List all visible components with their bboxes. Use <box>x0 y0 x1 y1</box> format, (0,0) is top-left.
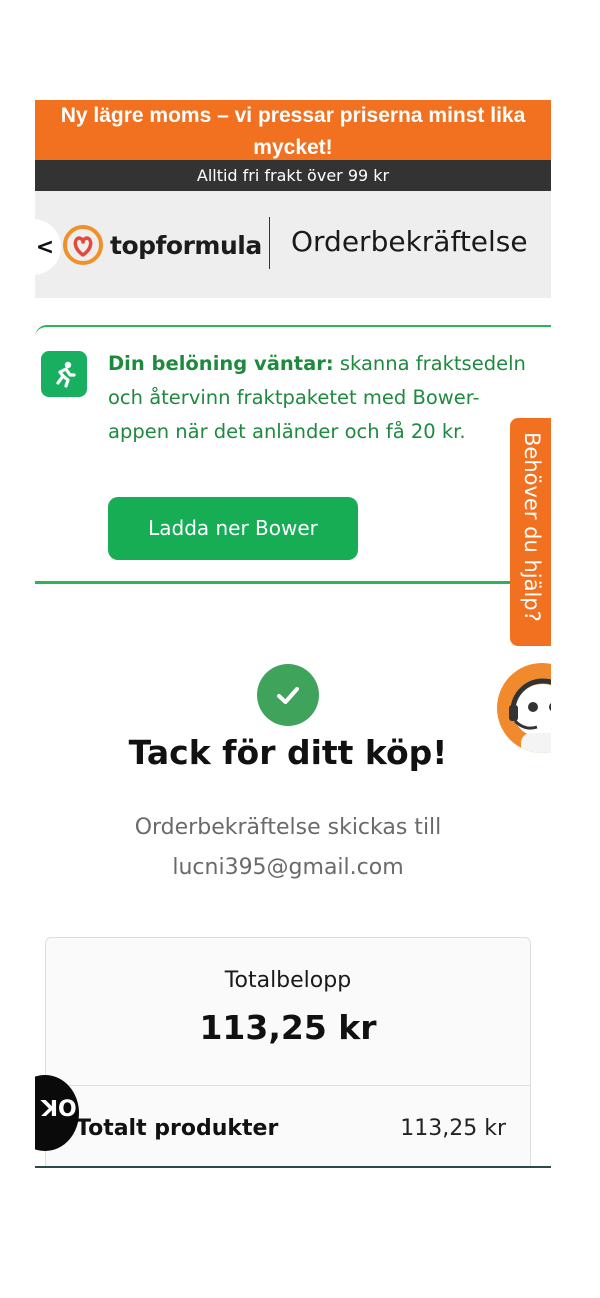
brand-logo[interactable]: topformula <box>62 224 262 266</box>
chevron-left-icon: < <box>35 234 55 260</box>
total-amount: 113,25 kr <box>199 1008 377 1047</box>
reward-message: Din belöning väntar: skanna fraktsedeln … <box>108 347 528 449</box>
thank-you-heading: Tack för ditt köp! <box>128 733 448 772</box>
bottom-divider <box>35 1166 551 1168</box>
promo-line-1: Ny lägre moms – vi pressar priserna mins… <box>60 104 526 127</box>
free-shipping-bar: Alltid fri frakt över 99 kr <box>35 160 551 191</box>
products-total-value: 113,25 kr <box>400 1116 506 1141</box>
back-button[interactable]: < <box>35 219 61 275</box>
page-title: Orderbekräftelse <box>291 225 528 258</box>
header-divider <box>269 217 270 269</box>
page-viewport: Ny lägre moms – vi pressar priserna mins… <box>35 100 551 1168</box>
total-label: Totalbelopp <box>224 968 352 993</box>
recycle-runner-icon <box>41 351 87 397</box>
help-tab-label: Behöver du hjälp? <box>520 432 544 622</box>
checkmark-icon <box>257 664 319 726</box>
confirmation-email: lucni395@gmail.com <box>172 855 404 880</box>
summary-divider <box>46 1085 530 1086</box>
reward-lead: Din belöning väntar: <box>108 352 334 375</box>
heart-logo-icon <box>63 225 103 265</box>
help-tab[interactable]: Behöver du hjälp? <box>510 418 551 646</box>
reward-card: Din belöning väntar: skanna fraktsedeln … <box>35 325 551 584</box>
site-header: < topformula Orderbekräftelse <box>35 191 551 298</box>
products-total-label: Totalt produkter <box>76 1116 279 1141</box>
confirmation-message: Orderbekräftelse skickas till lucni395@g… <box>35 808 541 888</box>
promo-line-2: mycket! <box>253 136 333 159</box>
brand-name: topformula <box>110 230 262 260</box>
chat-logo-icon: ꓘO <box>41 1097 77 1122</box>
promo-banner[interactable]: Ny lägre moms – vi pressar priserna mins… <box>35 100 551 160</box>
order-summary: Totalbelopp 113,25 kr Totalt produkter 1… <box>45 937 531 1168</box>
confirmation-line: Orderbekräftelse skickas till <box>134 815 442 840</box>
download-bower-button[interactable]: Ladda ner Bower <box>108 497 358 560</box>
